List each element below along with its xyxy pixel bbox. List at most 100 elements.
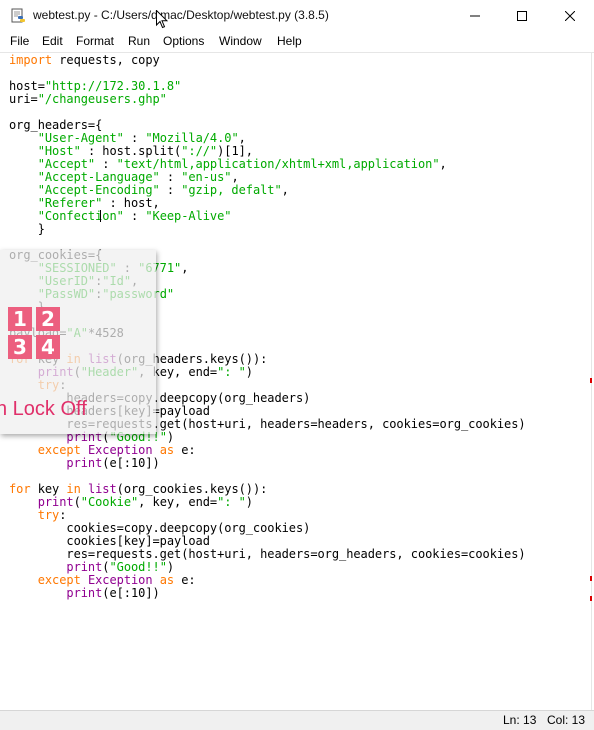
menu-edit[interactable]: Edit [42,34,63,48]
minimize-button[interactable] [452,0,498,32]
num-lock-status-text: n Lock Off [0,398,87,420]
code-token: for [9,482,31,496]
code-token: as [159,573,175,587]
numpad-key-3: 3 [8,335,32,359]
code-token: "Cookie" [80,495,139,509]
code-token: , key, end= [138,495,218,509]
close-icon [565,11,575,21]
num-lock-notification: 1 2 3 4 n Lock Off [0,250,156,434]
code-token: "Referer" [37,196,103,210]
code-token: ( [73,495,81,509]
code-line: uri="/changeusers.ghp" [9,93,167,106]
code-line: import requests, copy [9,54,160,67]
menu-options[interactable]: Options [163,34,204,48]
menu-help[interactable]: Help [277,34,302,48]
code-token: ) [166,430,175,444]
code-token: "gzip, defalt" [181,183,282,197]
code-token: : [123,209,146,223]
code-token: print [66,560,103,574]
idle-editor-window: webtest.py - C:/Users/d mac/Desktop/webt… [0,0,594,730]
code-token: except [37,443,81,457]
menu-window[interactable]: Window [219,34,262,48]
menu-run[interactable]: Run [128,34,150,48]
code-token: } [9,222,45,236]
status-line-number: Ln: 13 [503,713,537,727]
code-token: : [123,131,146,145]
code-token: , [281,183,289,197]
numpad-key-4: 4 [36,335,60,359]
code-token: : [59,508,67,522]
code-token: ": " [217,365,246,379]
code-token: "Good!!" [109,560,167,574]
code-token: print [66,456,103,470]
minimize-icon [470,15,480,17]
code-token: res=requests.get(host+uri, headers=org_h… [9,547,526,561]
code-token: : [159,183,182,197]
edge-marker [590,378,592,383]
code-token: Exception [87,443,153,457]
code-token: "Confection" [37,209,124,223]
code-token: "text/html,application/xhtml+xml,applica… [116,157,440,171]
code-token: cookies[key]=payload [9,534,210,548]
code-token: "Keep-Alive" [145,209,232,223]
window-title: webtest.py - C:/Users/d mac/Desktop/webt… [33,8,329,22]
code-token: "Host" [37,144,81,158]
code-token: "/changeusers.ghp" [37,92,167,106]
maximize-button[interactable] [499,0,545,32]
code-token: "en-us" [181,170,232,184]
code-token: e: [174,573,196,587]
code-token: (e[:10]) [102,586,160,600]
menu-bar: File Edit Format Run Options Window Help [0,32,594,53]
code-token: uri= [9,92,38,106]
code-token: (e[:10]) [102,456,160,470]
code-token: "http://172.30.1.8" [44,79,182,93]
code-token: "://" [181,144,218,158]
code-token: requests, copy [52,53,160,67]
code-token: import [9,53,53,67]
code-token: ) [245,365,253,379]
code-token: "Accept-Encoding" [37,183,160,197]
code-token: , [238,131,246,145]
code-line: print(e[:10]) [9,586,160,600]
status-column-number: Col: 13 [547,713,586,727]
code-token: print [37,495,74,509]
python-file-icon [11,8,25,23]
title-bar[interactable]: webtest.py - C:/Users/d mac/Desktop/webt… [0,0,594,32]
code-token: e: [174,443,196,457]
edge-marker [590,576,592,581]
code-token: "Mozilla/4.0" [145,131,239,145]
numpad-key-2: 2 [36,307,60,331]
code-token: print [66,586,103,600]
code-token: ": " [217,495,246,509]
code-token: )[1], [217,144,253,158]
code-token: ) [245,495,253,509]
code-token: in [66,482,81,496]
code-token: Exception [87,573,153,587]
code-token: except [37,573,81,587]
mouse-cursor-icon [156,10,168,29]
code-token: ) [166,560,175,574]
numpad-key-1: 1 [8,307,32,331]
menu-file[interactable]: File [10,34,29,48]
code-token: (org_cookies.keys()): [116,482,268,496]
menu-format[interactable]: Format [76,34,114,48]
maximize-icon [517,11,527,21]
code-token: : host, [102,196,160,210]
close-button[interactable] [547,0,593,32]
code-token: "Accept-Language" [37,170,160,184]
